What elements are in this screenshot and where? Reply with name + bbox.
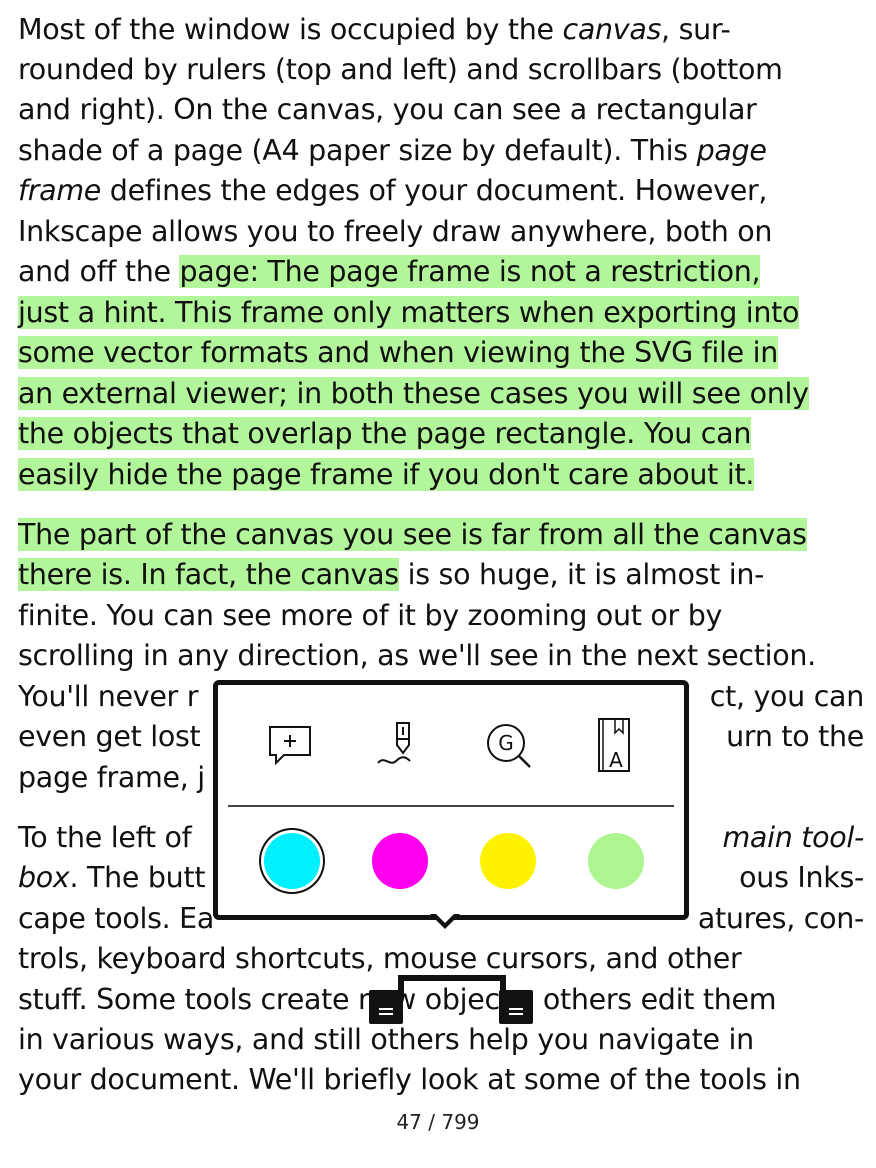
popup-divider	[228, 805, 674, 807]
text-segment: and right). On the canvas, you can see a…	[18, 93, 757, 126]
dictionary-button[interactable]: A	[583, 713, 647, 777]
selection-start-handle[interactable]	[369, 990, 403, 1030]
text-segment: scrolling in any direction, as we'll see…	[18, 639, 816, 672]
text-line: The part of the canvas you see is far fr…	[18, 515, 807, 555]
text-line: and off the page: The page frame is not …	[18, 252, 761, 292]
highlighter-pen-icon	[377, 722, 411, 764]
text-line: easily hide the page frame if you don't …	[18, 455, 754, 495]
text-line: scrolling in any direction, as we'll see…	[18, 636, 816, 676]
text-line-right-fragment: main tool-	[722, 818, 864, 858]
text-segment: your document. We'll briefly look at som…	[18, 1063, 801, 1096]
text-segment: rounded by rulers (top and left) and scr…	[18, 53, 783, 86]
highlight-color-light-green[interactable]	[588, 833, 644, 889]
text-segment: page	[696, 134, 767, 167]
svg-text:A: A	[609, 748, 623, 772]
text-line: and right). On the canvas, you can see a…	[18, 90, 757, 130]
text-segment: and off the	[18, 255, 180, 288]
dictionary-icon: A	[598, 718, 630, 772]
text-line: Most of the window is occupied by the ca…	[18, 10, 731, 50]
text-line: rounded by rulers (top and left) and scr…	[18, 50, 783, 90]
text-line: cape tools. Ea	[18, 899, 214, 939]
text-segment: ct, you can	[709, 680, 865, 713]
highlighted-text: the objects that overlap the page rectan…	[18, 417, 752, 450]
text-line: the objects that overlap the page rectan…	[18, 414, 751, 454]
text-line: some vector formats and when viewing the…	[18, 333, 778, 373]
svg-text:G: G	[498, 731, 514, 755]
text-segment: even get lost	[18, 720, 201, 753]
text-line: shade of a page (A4 paper size by defaul…	[18, 131, 767, 171]
text-segment: You'll never r	[18, 680, 199, 713]
google-search-button[interactable]: G	[476, 713, 540, 777]
text-line: just a hint. This frame only matters whe…	[18, 293, 799, 333]
text-segment: canvas	[562, 13, 662, 46]
text-segment: Inkscape allows you to freely draw anywh…	[18, 215, 773, 248]
text-segment: main tool-	[722, 821, 864, 854]
popup-pointer-inner	[434, 912, 456, 923]
text-line: You'll never r	[18, 677, 198, 717]
highlighted-text: there is. In fact, the canvas	[18, 558, 399, 591]
selection-popup: G A	[213, 680, 689, 920]
text-segment: ous Inks-	[739, 861, 864, 894]
text-segment: finite. You can see more of it by zoomin…	[18, 599, 723, 632]
text-line: To the left of	[18, 818, 192, 858]
text-line: trols, keyboard shortcuts, mouse cursors…	[18, 939, 742, 979]
text-segment: . The butt	[69, 861, 206, 894]
selection-end-handle[interactable]	[499, 990, 533, 1030]
text-segment: urn to the	[726, 720, 864, 753]
text-line: even get lost	[18, 717, 201, 757]
page-indicator: 47 / 799	[396, 1110, 480, 1134]
text-segment: atures, con-	[697, 902, 864, 935]
text-segment: box	[18, 861, 70, 894]
text-segment: cape tools. Ea	[18, 902, 215, 935]
add-note-icon	[269, 726, 311, 766]
text-line: frame defines the edges of your document…	[18, 171, 767, 211]
highlight-button[interactable]	[368, 713, 432, 777]
selection-bracket-right	[500, 975, 506, 995]
highlighted-text: an external viewer; in both these cases …	[18, 377, 809, 410]
text-line-right-fragment: ous Inks-	[739, 858, 864, 898]
highlight-color-cyan[interactable]	[264, 833, 320, 889]
text-segment: frame	[18, 174, 102, 207]
highlighted-text: The part of the canvas you see is far fr…	[18, 518, 807, 551]
text-line: Inkscape allows you to freely draw anywh…	[18, 212, 772, 252]
text-segment: shade of a page (A4 paper size by defaul…	[18, 134, 697, 167]
highlighted-text: some vector formats and when viewing the…	[18, 336, 778, 369]
highlighted-text: page: The page frame is not a restrictio…	[179, 255, 761, 288]
selection-bracket	[398, 975, 506, 981]
text-line: there is. In fact, the canvas is so huge…	[18, 555, 764, 595]
highlighted-text: just a hint. This frame only matters whe…	[18, 296, 800, 329]
add-note-button[interactable]	[258, 713, 322, 777]
text-segment: page frame, j	[18, 761, 205, 794]
highlight-color-yellow[interactable]	[480, 833, 536, 889]
google-search-icon: G	[487, 724, 531, 768]
text-segment: defines the edges of your document. Howe…	[101, 174, 768, 207]
text-segment: To the left of	[18, 821, 192, 854]
text-segment: Most of the window is occupied by the	[18, 13, 563, 46]
highlighted-text: easily hide the page frame if you don't …	[18, 458, 755, 491]
text-segment: , sur-	[661, 13, 731, 46]
selection-bracket-left	[398, 975, 404, 995]
text-line: page frame, j	[18, 758, 205, 798]
text-segment: is so huge, it is almost in-	[398, 558, 765, 591]
text-line: box. The butt	[18, 858, 205, 898]
text-line: your document. We'll briefly look at som…	[18, 1060, 801, 1100]
text-line-right-fragment: atures, con-	[698, 899, 864, 939]
text-line: finite. You can see more of it by zoomin…	[18, 596, 722, 636]
highlight-color-magenta[interactable]	[372, 833, 428, 889]
text-line-right-fragment: urn to the	[726, 717, 864, 757]
text-line-right-fragment: ct, you can	[709, 677, 865, 717]
text-line: an external viewer; in both these cases …	[18, 374, 809, 414]
text-segment: trols, keyboard shortcuts, mouse cursors…	[18, 942, 742, 975]
